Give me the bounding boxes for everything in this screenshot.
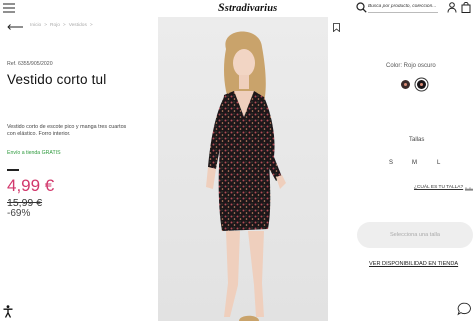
size-option-m[interactable]: M [412,160,417,166]
breadcrumb-item-rojo[interactable]: Rojo [50,23,60,28]
size-guide-link[interactable]: ¿CUÁL ES TU TALLA? [414,185,463,190]
current-price: 4,99 € [7,176,55,195]
size-option-l[interactable]: L [437,160,440,166]
breadcrumb-separator: > [44,23,48,28]
product-image-thumbnail[interactable] [237,312,261,321]
product-reference: Ref. 6355/905/2020 [7,61,53,67]
breadcrumb-item-vestidos[interactable]: Vestidos [69,23,87,28]
breadcrumb: Inicio > Rojo > Vestidos > [30,23,96,28]
bag-icon[interactable] [461,2,471,13]
product-image[interactable] [158,17,328,321]
accessibility-icon[interactable] [3,305,13,318]
hamburger-icon[interactable] [3,3,15,13]
color-swatch-red[interactable] [401,80,410,89]
shipping-info: Envío a tienda GRATIS [7,150,61,156]
breadcrumb-item-inicio[interactable]: Inicio [30,23,41,28]
user-icon[interactable] [447,2,457,13]
product-title: Vestido corto tul [7,72,107,87]
chat-icon[interactable] [457,302,472,316]
search-icon[interactable] [356,2,367,13]
price-divider [7,169,19,171]
ruler-icon [465,186,473,191]
size-option-s[interactable]: S [389,160,393,166]
color-swatch-dark-red-selected[interactable] [417,80,426,89]
product-description: Vestido corto de escote pico y manga tre… [7,124,127,137]
sizes-label: Tallas [409,137,425,143]
breadcrumb-separator: > [62,23,66,28]
stradivarius-logo[interactable]: Sstradivarius [218,0,278,14]
breadcrumb-separator: > [89,23,93,28]
search-input[interactable] [368,1,438,13]
back-arrow-icon[interactable] [7,24,23,30]
bookmark-icon[interactable] [333,23,340,32]
store-availability-link[interactable]: VER DISPONIBILIDAD EN TIENDA [369,261,458,267]
discount-badge: -69% [7,208,31,219]
color-label: Color: Rojo oscuro [386,63,436,69]
select-size-button[interactable]: Selecciona una talla [357,222,473,248]
